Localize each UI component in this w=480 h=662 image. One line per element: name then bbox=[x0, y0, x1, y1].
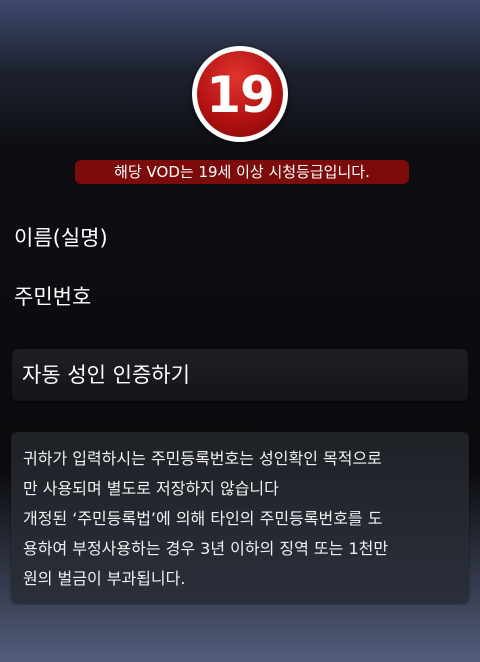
privacy-notice-line: 만 사용되며 별도로 저장하지 않습니다 bbox=[23, 479, 279, 498]
age-rating-badge-inner: 19 bbox=[197, 51, 283, 137]
age-rating-notice: 해당 VOD는 19세 이상 시청등급입니다. bbox=[75, 160, 409, 184]
auto-adult-verify-button[interactable]: 자동 성인 인증하기 bbox=[12, 349, 468, 401]
privacy-notice-line: 용하여 부정사용하는 경우 3년 이하의 징역 또는 1천만 bbox=[23, 539, 389, 558]
age-rating-text: 19 bbox=[206, 66, 275, 124]
privacy-notice-line: 원의 벌금이 부과됩니다. bbox=[23, 569, 186, 588]
privacy-notice-box: 귀하가 입력하시는 주민등록번호는 성인확인 목적으로 만 사용되며 별도로 저… bbox=[11, 432, 469, 603]
name-field[interactable]: 이름(실명) bbox=[14, 222, 108, 252]
privacy-notice-line: 개정된 ‘주민등록법’에 의해 타인의 주민등록번호를 도 bbox=[23, 509, 383, 528]
resident-number-field[interactable]: 주민번호 bbox=[14, 281, 91, 311]
privacy-notice-line: 귀하가 입력하시는 주민등록번호는 성인확인 목적으로 bbox=[23, 449, 382, 468]
age-rating-badge: 19 bbox=[192, 46, 288, 142]
